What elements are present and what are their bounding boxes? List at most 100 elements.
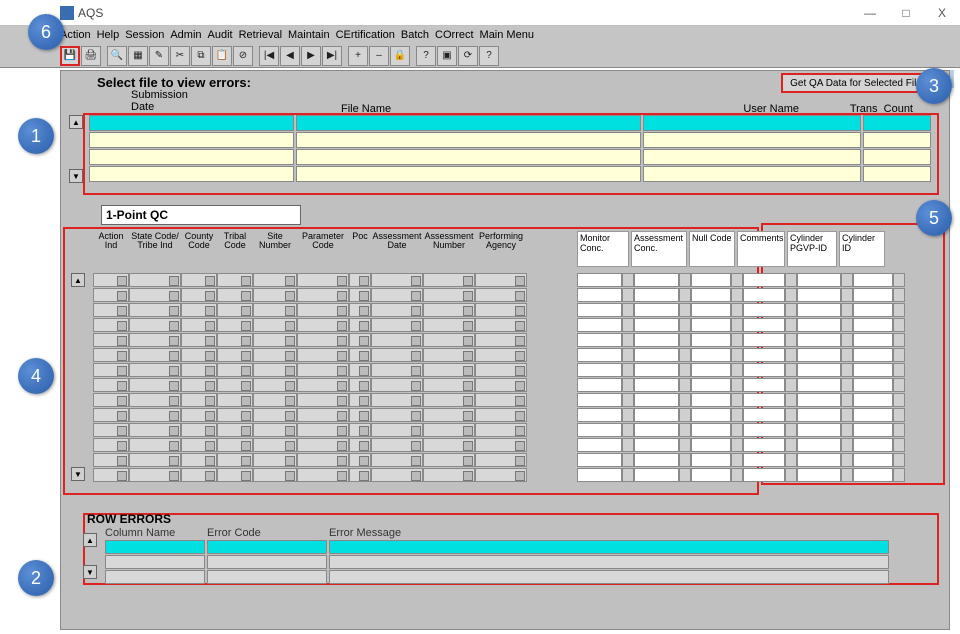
grid-cell[interactable]	[577, 288, 622, 302]
grid-cell[interactable]	[297, 273, 349, 287]
grid-cell[interactable]	[691, 423, 731, 437]
grid-cell[interactable]	[253, 408, 297, 422]
grid-cell[interactable]	[181, 303, 217, 317]
dropdown-icon[interactable]	[893, 363, 905, 377]
delete-icon[interactable]: –	[369, 46, 389, 66]
grid-cell[interactable]	[129, 363, 181, 377]
grid-cell[interactable]	[349, 453, 371, 467]
grid-cell[interactable]	[181, 393, 217, 407]
grid-cell[interactable]	[297, 438, 349, 452]
grid-cell[interactable]	[475, 303, 527, 317]
grid-cell[interactable]	[181, 408, 217, 422]
grid-cell[interactable]	[297, 408, 349, 422]
dropdown-icon[interactable]	[893, 303, 905, 317]
grid-cell[interactable]	[181, 363, 217, 377]
app-icon-btn[interactable]: ▦	[128, 46, 148, 66]
grid-cell[interactable]	[349, 348, 371, 362]
grid-cell[interactable]	[475, 378, 527, 392]
grid-cell[interactable]	[577, 423, 622, 437]
dropdown-icon[interactable]	[841, 288, 853, 302]
grid-cell[interactable]	[129, 333, 181, 347]
grid-cell[interactable]	[743, 438, 785, 452]
grid-cell[interactable]	[217, 273, 253, 287]
grid-cell[interactable]	[217, 333, 253, 347]
grid-cell[interactable]	[797, 438, 841, 452]
dropdown-icon[interactable]	[622, 378, 634, 392]
grid-cell[interactable]	[181, 453, 217, 467]
grid-cell[interactable]	[634, 453, 679, 467]
re-cell[interactable]	[329, 555, 889, 569]
grid-cell[interactable]	[181, 378, 217, 392]
grid-cell[interactable]	[297, 348, 349, 362]
grid-cell[interactable]	[743, 393, 785, 407]
grid-cell[interactable]	[577, 273, 622, 287]
grid-cell[interactable]	[475, 468, 527, 482]
grid-cell[interactable]	[797, 348, 841, 362]
file-cell[interactable]	[643, 132, 861, 148]
file-cell[interactable]	[863, 166, 931, 182]
grid-cell[interactable]	[797, 408, 841, 422]
grid-cell[interactable]	[253, 378, 297, 392]
grid-cell[interactable]	[634, 288, 679, 302]
file-cell[interactable]	[863, 132, 931, 148]
grid-cell[interactable]	[797, 273, 841, 287]
grid-cell[interactable]	[797, 453, 841, 467]
grid-cell[interactable]	[253, 288, 297, 302]
grid-cell[interactable]	[129, 348, 181, 362]
grid-cell[interactable]	[634, 468, 679, 482]
dropdown-icon[interactable]	[785, 408, 797, 422]
paste-icon[interactable]: 📋	[212, 46, 232, 66]
dropdown-icon[interactable]	[841, 318, 853, 332]
dropdown-icon[interactable]	[785, 273, 797, 287]
grid-cell[interactable]	[577, 303, 622, 317]
dropdown-icon[interactable]	[893, 438, 905, 452]
grid-cell[interactable]	[634, 318, 679, 332]
grid-cell[interactable]	[475, 318, 527, 332]
dropdown-icon[interactable]	[622, 303, 634, 317]
grid-cell[interactable]	[423, 468, 475, 482]
dropdown-icon[interactable]	[731, 453, 743, 467]
dropdown-icon[interactable]	[893, 453, 905, 467]
dropdown-icon[interactable]	[731, 273, 743, 287]
grid-cell[interactable]	[634, 378, 679, 392]
grid-cell[interactable]	[371, 363, 423, 377]
grid-cell[interactable]	[423, 303, 475, 317]
dropdown-icon[interactable]	[785, 363, 797, 377]
grid-cell[interactable]	[743, 363, 785, 377]
file-cell[interactable]	[863, 115, 931, 131]
grid-cell[interactable]	[577, 318, 622, 332]
grid-cell[interactable]	[423, 423, 475, 437]
file-cell[interactable]	[89, 115, 294, 131]
dropdown-icon[interactable]	[893, 348, 905, 362]
grid-cell[interactable]	[691, 348, 731, 362]
save-icon[interactable]: 💾	[60, 46, 80, 66]
grid-cell[interactable]	[743, 408, 785, 422]
dropdown-icon[interactable]	[679, 303, 691, 317]
grid-cell[interactable]	[129, 303, 181, 317]
close-button[interactable]: X	[924, 2, 960, 24]
dropdown-icon[interactable]	[785, 378, 797, 392]
dropdown-icon[interactable]	[785, 348, 797, 362]
dropdown-icon[interactable]	[622, 468, 634, 482]
dropdown-icon[interactable]	[679, 273, 691, 287]
grid-cell[interactable]	[797, 393, 841, 407]
grid-cell[interactable]	[853, 453, 893, 467]
menu-retrieval[interactable]: Retrieval	[239, 29, 282, 41]
grid-cell[interactable]	[423, 318, 475, 332]
grid-cell[interactable]	[371, 288, 423, 302]
grid-cell[interactable]	[349, 378, 371, 392]
re-cell[interactable]	[105, 555, 205, 569]
cut-icon[interactable]: ✂	[170, 46, 190, 66]
re-cell[interactable]	[329, 540, 889, 554]
grid-cell[interactable]	[691, 408, 731, 422]
get-qa-data-button[interactable]: Get QA Data for Selected File	[781, 73, 931, 93]
grid-cell[interactable]	[217, 303, 253, 317]
grid-cell[interactable]	[423, 453, 475, 467]
dropdown-icon[interactable]	[731, 333, 743, 347]
grid-cell[interactable]	[253, 423, 297, 437]
dropdown-icon[interactable]	[841, 453, 853, 467]
grid-cell[interactable]	[475, 423, 527, 437]
grid-cell[interactable]	[93, 333, 129, 347]
grid-cell[interactable]	[691, 363, 731, 377]
grid-cell[interactable]	[181, 423, 217, 437]
